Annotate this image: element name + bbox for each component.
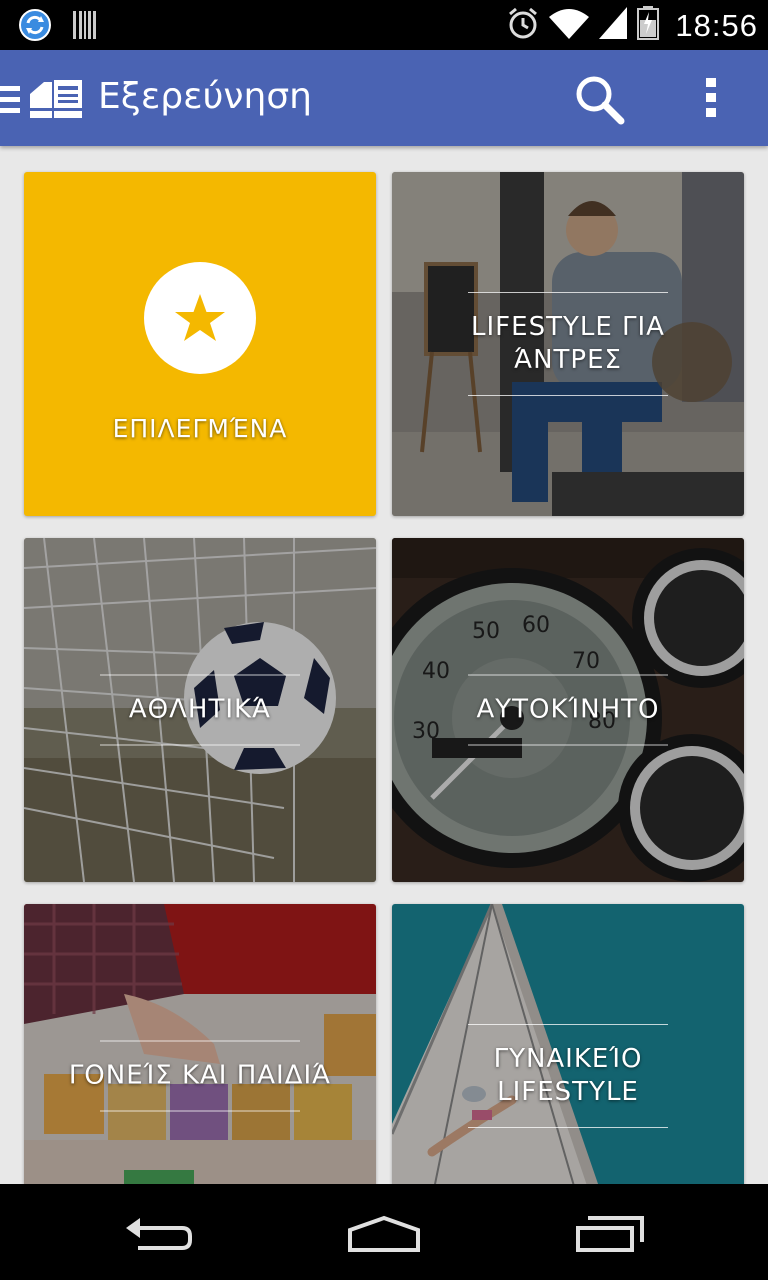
back-icon[interactable] bbox=[124, 1218, 194, 1259]
tile-featured[interactable]: ΕΠΙΛΕΓΜΈΝΑ bbox=[24, 172, 376, 516]
menu-icon[interactable] bbox=[0, 86, 22, 121]
tile-label: ΑΥΤΟΚΊΝΗΤΟ bbox=[476, 694, 660, 725]
page-title: Εξερεύνηση bbox=[98, 76, 312, 117]
wifi-icon bbox=[549, 7, 590, 44]
tile-auto[interactable]: 50 60 40 70 30 80 ΑΥΤΟΚΊΝΗΤΟ bbox=[392, 538, 744, 882]
tile-label: ΑΘΛΗΤΙΚΆ bbox=[128, 694, 272, 725]
alarm-icon bbox=[507, 6, 539, 45]
star-circle bbox=[144, 262, 256, 374]
category-grid: ΕΠΙΛΕΓΜΈΝΑ LIFESTYLE ΓΙΑ ΆΝΤΡΕΣ ΑΘΛΗΤΙΚΆ… bbox=[0, 146, 768, 1184]
screen: 18:56 Εξερεύνηση ΕΠΙΛΕΓΜΈΝΑ LIFESTYLE ΓΙ… bbox=[0, 0, 768, 1280]
sync-icon bbox=[18, 8, 52, 47]
status-clock: 18:56 bbox=[675, 7, 758, 43]
tile-parents-kids[interactable]: ΓΟΝΕΊΣ ΚΑΙ ΠΑΙΔΙΆ bbox=[24, 904, 376, 1184]
star-icon bbox=[175, 294, 225, 341]
home-icon[interactable] bbox=[346, 1214, 422, 1259]
tile-label: ΕΠΙΛΕΓΜΈΝΑ bbox=[112, 414, 288, 443]
search-icon[interactable] bbox=[574, 74, 626, 131]
newsstand-icon[interactable] bbox=[30, 78, 84, 125]
tile-label: ΓΟΝΕΊΣ ΚΑΙ ΠΑΙΔΙΆ bbox=[68, 1060, 332, 1091]
tile-womens-lifestyle[interactable]: ΓΥΝΑΙΚΕΊΟ LIFESTYLE bbox=[392, 904, 744, 1184]
overflow-menu-icon[interactable] bbox=[704, 78, 720, 123]
barcode-icon bbox=[72, 9, 98, 46]
tile-sports[interactable]: ΑΘΛΗΤΙΚΆ bbox=[24, 538, 376, 882]
recents-icon[interactable] bbox=[574, 1214, 646, 1259]
navigation-bar bbox=[0, 1184, 768, 1280]
tile-label: LIFESTYLE ΓΙΑ ΆΝΤΡΕΣ bbox=[471, 312, 665, 375]
signal-icon bbox=[599, 7, 628, 44]
battery-icon bbox=[637, 6, 660, 45]
tile-mens-lifestyle[interactable]: LIFESTYLE ΓΙΑ ΆΝΤΡΕΣ bbox=[392, 172, 744, 516]
status-bar: 18:56 bbox=[0, 0, 768, 50]
app-bar: Εξερεύνηση bbox=[0, 50, 768, 146]
tile-label: ΓΥΝΑΙΚΕΊΟ LIFESTYLE bbox=[493, 1044, 643, 1107]
